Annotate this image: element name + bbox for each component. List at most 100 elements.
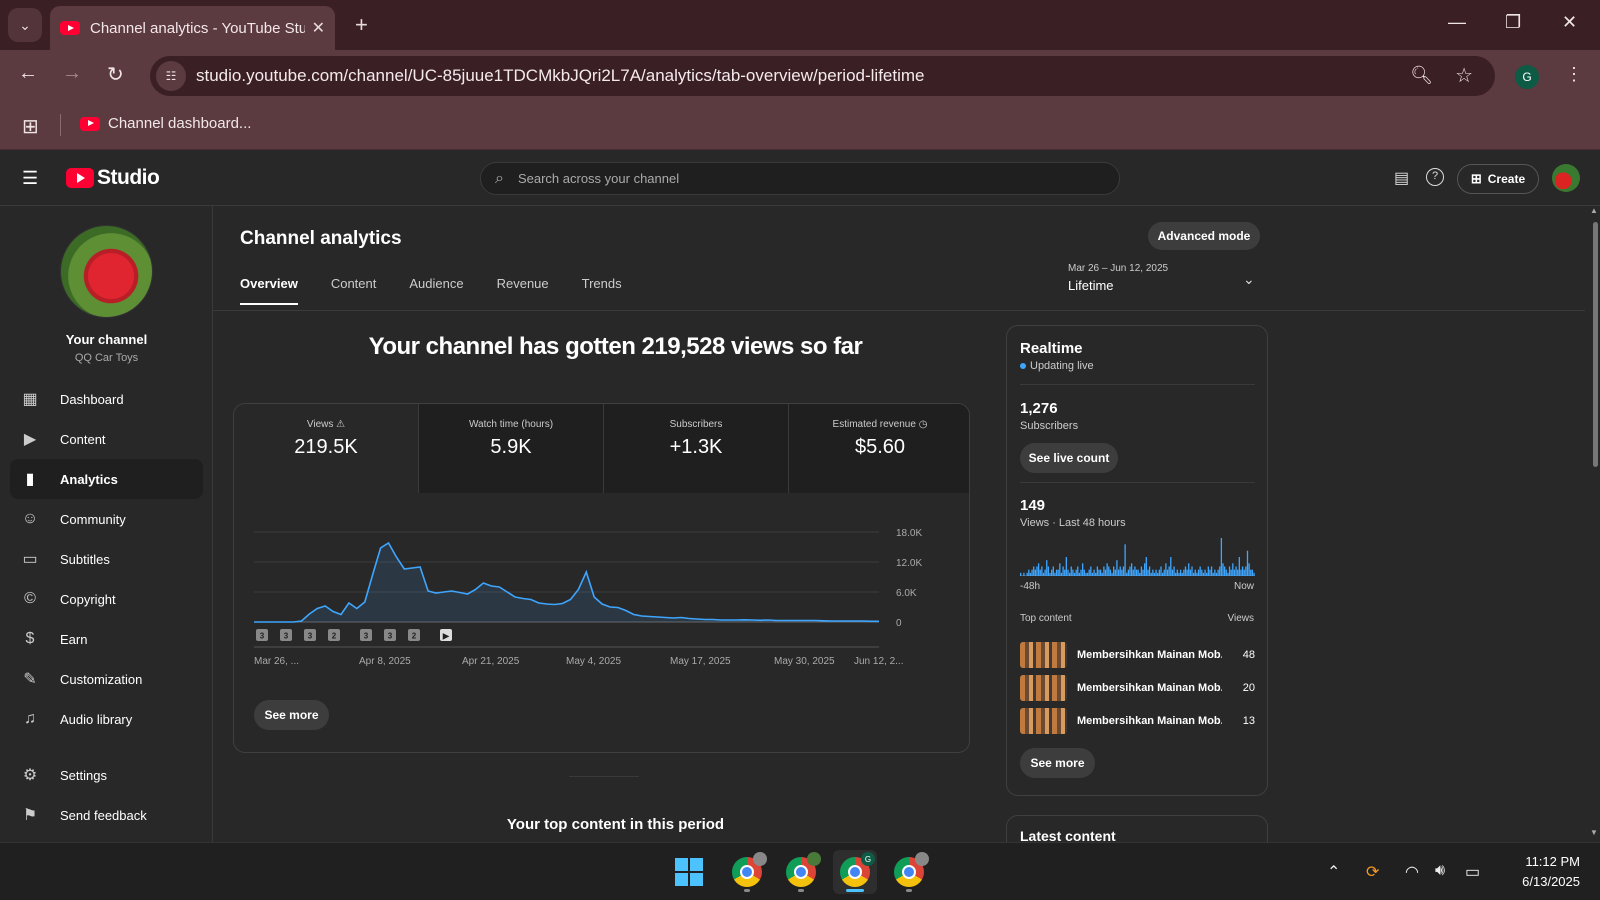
- period-selector[interactable]: Mar 26 – Jun 12, 2025 Lifetime ⌄: [1068, 263, 1255, 293]
- realtime-bar: [1207, 566, 1209, 576]
- realtime-bar: [1206, 572, 1208, 576]
- metric-watch-time[interactable]: Watch time (hours) 5.9K: [419, 404, 604, 493]
- sidebar-item-label: Community: [60, 511, 126, 527]
- realtime-see-more-button[interactable]: See more: [1020, 748, 1095, 778]
- sidebar-item-copyright[interactable]: © Copyright: [10, 579, 203, 619]
- realtime-bar: [1157, 572, 1159, 576]
- start-button[interactable]: [667, 850, 711, 894]
- top-content-row[interactable]: Membersihkan Mainan Mob... 20: [1020, 675, 1255, 701]
- realtime-bar: [1062, 566, 1064, 576]
- tab-audience[interactable]: Audience: [409, 276, 463, 305]
- omnibox[interactable]: ☷ studio.youtube.com/channel/UC-85juue1T…: [150, 56, 1495, 96]
- video-thumbnail: [1020, 675, 1067, 701]
- volume-icon[interactable]: 🔊︎: [1435, 862, 1445, 880]
- tray-overflow-chevron-icon[interactable]: ⌃: [1327, 862, 1340, 882]
- zoom-icon[interactable]: 🔍︎: [1410, 65, 1433, 86]
- video-marker-label: 3: [284, 632, 289, 641]
- sidebar-item-label: Customization: [60, 671, 143, 687]
- forward-button[interactable]: →: [62, 62, 82, 85]
- video-marker-label: 3: [388, 632, 393, 641]
- bookmark-star-icon[interactable]: ☆: [1455, 63, 1473, 88]
- metric-estimated-revenue[interactable]: Estimated revenue ◷ $5.60: [789, 404, 969, 493]
- messages-icon[interactable]: ▤: [1394, 168, 1409, 188]
- browser-tab[interactable]: Channel analytics - YouTube Studio ✕: [50, 6, 335, 50]
- tab-revenue[interactable]: Revenue: [497, 276, 549, 305]
- top-content-row[interactable]: Membersihkan Mainan Mob... 48: [1020, 642, 1255, 668]
- create-button[interactable]: ⊞ Create: [1457, 164, 1539, 194]
- realtime-bar: [1044, 569, 1046, 576]
- site-info-icon[interactable]: ☷: [156, 61, 186, 91]
- realtime-bar: [1026, 572, 1028, 576]
- advanced-mode-button[interactable]: Advanced mode: [1148, 222, 1260, 250]
- menu-hamburger-icon[interactable]: ☰: [22, 168, 38, 189]
- realtime-bar: [1055, 569, 1058, 576]
- account-avatar[interactable]: [1552, 164, 1580, 192]
- back-button[interactable]: ←: [18, 62, 38, 85]
- sidebar-item-customization[interactable]: ✎ Customization: [10, 659, 203, 699]
- scroll-up-icon[interactable]: ▲: [1590, 206, 1598, 215]
- bookmark-channel-dashboard[interactable]: Channel dashboard...: [80, 115, 251, 132]
- scroll-down-icon[interactable]: ▼: [1590, 828, 1598, 837]
- realtime-bar: [1140, 566, 1143, 576]
- metric-value: 5.9K: [490, 436, 532, 458]
- system-clock[interactable]: 11:12 PM 6/13/2025: [1500, 852, 1580, 892]
- taskbar-chrome-2[interactable]: [779, 850, 823, 894]
- realtime-bar: [1119, 566, 1121, 576]
- realtime-bar: [1158, 569, 1161, 576]
- realtime-bar: [1117, 569, 1120, 576]
- scrollbar-thumb[interactable]: [1593, 222, 1598, 467]
- realtime-bar: [1057, 569, 1059, 576]
- studio-logo[interactable]: Studio: [63, 166, 160, 190]
- realtime-bar: [1031, 569, 1033, 576]
- reload-button[interactable]: ↻: [107, 62, 124, 87]
- see-more-button[interactable]: See more: [254, 700, 329, 730]
- realtime-bar: [1186, 569, 1188, 576]
- sidebar-item-community[interactable]: ☺ Community: [10, 499, 203, 539]
- restore-button[interactable]: ❐: [1505, 12, 1521, 33]
- sidebar-item-content[interactable]: ▶ Content: [10, 419, 203, 459]
- tab-search-dropdown[interactable]: ⌄: [8, 8, 42, 42]
- apps-grid-icon[interactable]: ⊞: [22, 114, 39, 139]
- new-tab-button[interactable]: +: [355, 12, 368, 38]
- channel-search-box[interactable]: ⌕ Search across your channel: [480, 162, 1120, 195]
- metric-value: +1.3K: [669, 436, 723, 458]
- battery-icon[interactable]: ▭: [1465, 862, 1480, 882]
- tab-trends[interactable]: Trends: [582, 276, 622, 305]
- taskbar-chrome-1[interactable]: [725, 850, 769, 894]
- channel-avatar[interactable]: [60, 225, 153, 318]
- realtime-bar: [1130, 563, 1133, 576]
- realtime-bar: [1152, 569, 1154, 576]
- sidebar-item-label: Copyright: [60, 591, 116, 607]
- tab-overview[interactable]: Overview: [240, 276, 298, 305]
- see-live-count-button[interactable]: See live count: [1020, 443, 1118, 473]
- sync-icon[interactable]: ⟳: [1366, 862, 1379, 882]
- sidebar-item-subtitles[interactable]: ▭ Subtitles: [10, 539, 203, 579]
- search-input[interactable]: Search across your channel: [518, 171, 679, 186]
- sidebar-item-analytics[interactable]: ▮ Analytics: [10, 459, 203, 499]
- taskbar-chrome-3[interactable]: G: [833, 850, 877, 894]
- profile-badge-icon: G: [861, 852, 875, 866]
- sidebar-item-audio-library[interactable]: ♫ Audio library: [10, 699, 203, 739]
- close-window-button[interactable]: ✕: [1562, 12, 1577, 33]
- video-marker-label: 2: [412, 632, 417, 641]
- metric-subscribers[interactable]: Subscribers +1.3K: [604, 404, 789, 493]
- top-content-row[interactable]: Membersihkan Mainan Mob... 13: [1020, 708, 1255, 734]
- browser-menu-icon[interactable]: ⋮: [1565, 64, 1583, 85]
- taskbar-chrome-4[interactable]: [887, 850, 931, 894]
- help-icon[interactable]: ?: [1426, 168, 1444, 186]
- community-icon: ☺: [21, 510, 39, 527]
- url-text[interactable]: studio.youtube.com/channel/UC-85juue1TDC…: [196, 66, 925, 86]
- metric-views[interactable]: Views ⚠ 219.5K: [234, 404, 419, 493]
- sidebar-item-settings[interactable]: ⚙ Settings: [10, 755, 203, 795]
- tab-close-icon[interactable]: ✕: [312, 18, 325, 38]
- sidebar-item-earn[interactable]: $ Earn: [10, 619, 203, 659]
- sidebar-item-dashboard[interactable]: ▦ Dashboard: [10, 379, 203, 419]
- minimize-button[interactable]: —: [1448, 12, 1466, 33]
- browser-profile-avatar[interactable]: G: [1515, 65, 1539, 89]
- tab-content[interactable]: Content: [331, 276, 377, 305]
- sidebar-item-send-feedback[interactable]: ⚑ Send feedback: [10, 795, 203, 835]
- realtime-bar: [1204, 569, 1206, 576]
- realtime-bar: [1139, 572, 1141, 576]
- video-views: 48: [1242, 649, 1255, 661]
- wifi-icon[interactable]: ◠: [1405, 862, 1419, 882]
